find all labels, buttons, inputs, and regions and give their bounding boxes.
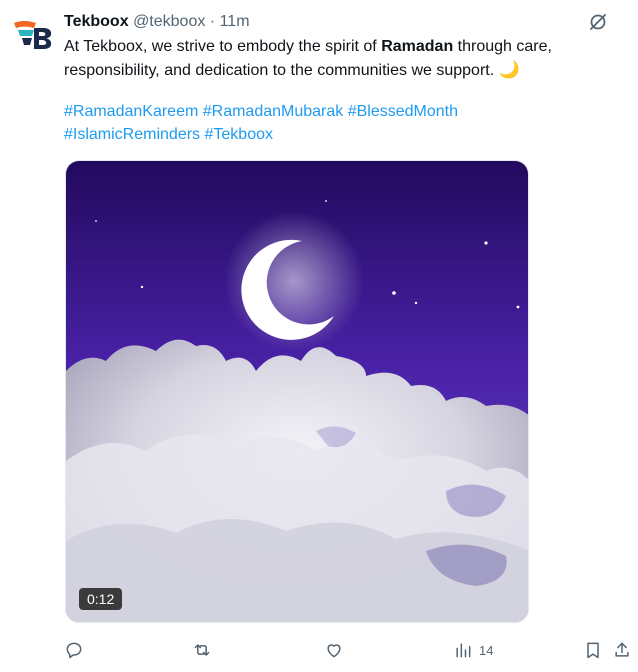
- reply-icon: [66, 642, 82, 659]
- hashtag-link[interactable]: #IslamicReminders: [64, 126, 200, 143]
- grok-icon[interactable]: [588, 12, 608, 32]
- like-button[interactable]: [324, 638, 344, 662]
- repost-button[interactable]: [192, 638, 212, 662]
- separator-dot: ·: [209, 13, 216, 30]
- views-icon: [456, 643, 471, 658]
- video-duration-badge: 0:12: [79, 588, 123, 610]
- share-icon: [615, 642, 629, 657]
- bookmark-button[interactable]: [583, 638, 603, 662]
- tweet-text-bold: Ramadan: [381, 38, 454, 55]
- hashtag-link[interactable]: #RamadanMubarak: [203, 103, 344, 120]
- avatar[interactable]: [12, 14, 54, 56]
- tekboox-logo-icon: [14, 21, 52, 49]
- tweet-text-part-1: At Tekboox, we strive to embody the spir…: [64, 38, 382, 55]
- hashtags: #RamadanKareem #RamadanMubarak #BlessedM…: [64, 100, 584, 146]
- views-count: 14: [479, 642, 494, 658]
- author-handle[interactable]: @tekboox: [133, 13, 205, 30]
- reply-button[interactable]: [64, 638, 84, 662]
- heart-icon: [327, 644, 341, 658]
- share-button[interactable]: [612, 638, 632, 662]
- crescent-moon-emoji: 🌙: [498, 60, 520, 79]
- timestamp[interactable]: 11m: [220, 13, 250, 30]
- action-bar: 14: [56, 638, 636, 662]
- tweet-text: At Tekboox, we strive to embody the spir…: [64, 35, 624, 82]
- tweet[interactable]: Tekboox @tekboox · 11m At Tekboox, we st…: [0, 0, 638, 672]
- video-thumbnail: [66, 161, 528, 622]
- views-button[interactable]: 14: [453, 638, 493, 662]
- hashtag-link[interactable]: #BlessedMonth: [348, 103, 458, 120]
- tweet-header: Tekboox @tekboox · 11m: [64, 12, 250, 32]
- author-name[interactable]: Tekboox: [64, 13, 129, 30]
- bookmark-icon: [587, 642, 599, 659]
- video-media[interactable]: [65, 160, 529, 623]
- hashtag-link[interactable]: #RamadanKareem: [64, 103, 198, 120]
- repost-icon: [194, 644, 210, 656]
- hashtag-link[interactable]: #Tekboox: [205, 126, 274, 143]
